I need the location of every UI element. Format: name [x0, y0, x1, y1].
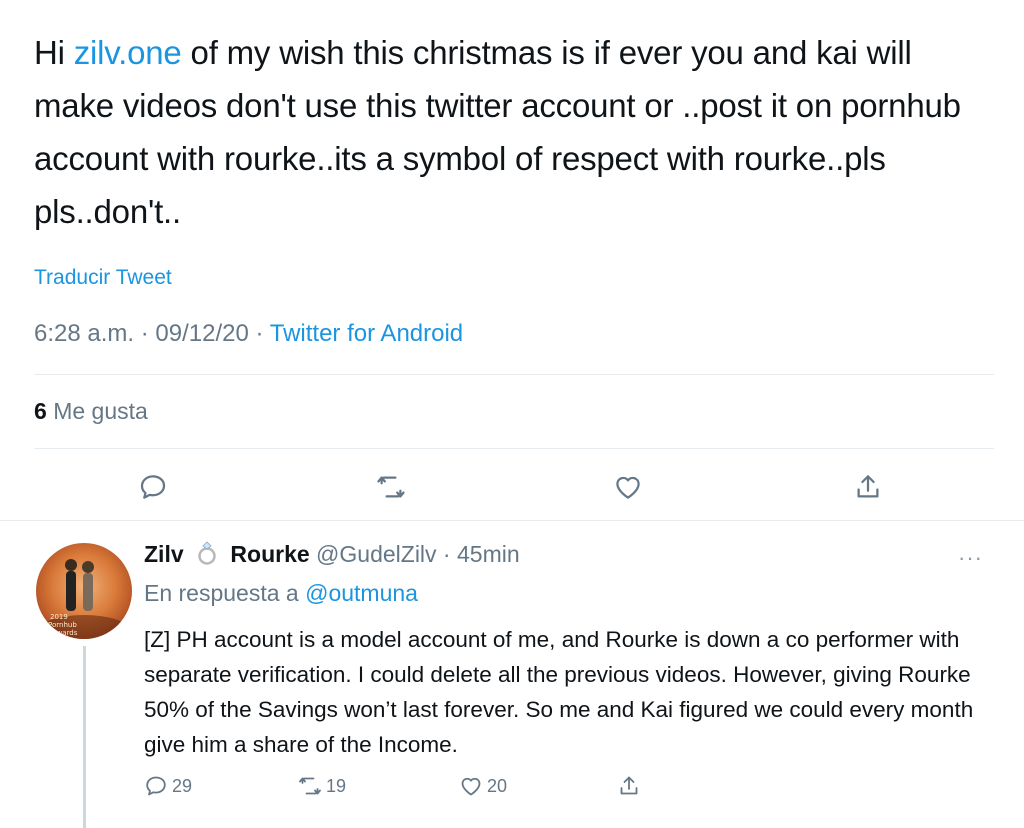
comment-icon	[146, 776, 166, 796]
thread-line	[83, 646, 86, 828]
heart-icon	[616, 476, 640, 499]
translate-tweet-link[interactable]: Traducir Tweet	[34, 266, 172, 290]
more-options-icon[interactable]: ···	[958, 545, 983, 571]
avatar-caption-line: 2019	[50, 613, 68, 621]
tweet-text-prefix: Hi	[34, 34, 74, 71]
retweet-icon	[299, 777, 321, 795]
likes-label: Me gusta	[53, 398, 148, 424]
avatar[interactable]: 2019 Pornhub Awards	[36, 543, 132, 639]
meta-separator: ·	[140, 320, 156, 347]
divider	[34, 448, 994, 449]
divider	[34, 374, 994, 375]
retweet-button[interactable]	[369, 465, 413, 509]
reply-text: [Z] PH account is a model account of me,…	[144, 627, 974, 757]
share-button[interactable]	[846, 465, 890, 509]
avatar-image: 2019 Pornhub Awards	[40, 559, 128, 639]
reply-header: Zilv Rourke @GudelZilv · 45min	[144, 540, 520, 568]
in-reply-mention[interactable]: @outmuna	[305, 580, 418, 606]
meta-separator: ·	[436, 541, 457, 567]
like-count: 20	[487, 775, 508, 796]
tweet-date[interactable]: 09/12/20	[155, 320, 248, 347]
share-icon	[620, 776, 638, 795]
retweet-icon	[377, 476, 405, 498]
display-name-second[interactable]: Rourke	[230, 541, 309, 567]
heart-icon	[461, 777, 481, 796]
share-icon	[857, 475, 879, 498]
divider	[0, 520, 1024, 521]
reply-count: 29	[172, 775, 193, 796]
ring-emoji-icon	[198, 541, 216, 565]
avatar-caption-line: Awards	[52, 629, 78, 637]
tweet-source[interactable]: Twitter for Android	[270, 320, 463, 347]
reply-like-button[interactable]: 20	[459, 774, 507, 798]
reply-reply-button[interactable]: 29	[144, 774, 192, 798]
like-button[interactable]	[606, 465, 650, 509]
tweet-time[interactable]: 6:28 a.m.	[34, 320, 134, 347]
reply-retweet-button[interactable]: 19	[298, 774, 346, 798]
tweet-meta: 6:28 a.m. · 09/12/20 · Twitter for Andro…	[34, 320, 463, 348]
reply-share-button[interactable]	[617, 774, 641, 798]
reply-button[interactable]	[131, 465, 175, 509]
in-reply-to: En respuesta a @outmuna	[144, 580, 418, 607]
tweet-text: Hi zilv.one of my wish this christmas is…	[34, 26, 994, 238]
display-name-first[interactable]: Zilv	[144, 541, 184, 567]
likes-count[interactable]: 6 Me gusta	[34, 398, 148, 425]
reply-handle[interactable]: @GudelZilv	[316, 541, 437, 567]
in-reply-label: En respuesta a	[144, 580, 299, 606]
meta-separator: ·	[255, 320, 270, 347]
mention-link[interactable]: zilv.one	[74, 34, 182, 71]
reply-time[interactable]: 45min	[457, 541, 520, 567]
likes-number: 6	[34, 398, 47, 424]
comment-icon	[140, 475, 166, 499]
retweet-count: 19	[326, 775, 347, 796]
avatar-caption-line: Pornhub	[48, 621, 77, 629]
